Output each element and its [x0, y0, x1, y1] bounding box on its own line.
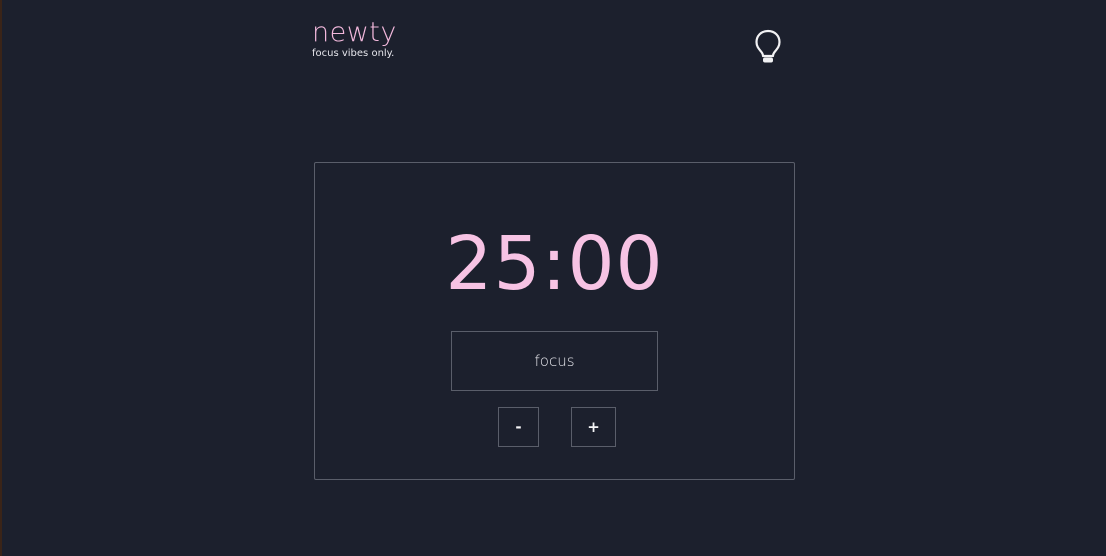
decrement-button[interactable]: - [498, 407, 539, 447]
mode-toggle-button[interactable]: focus [451, 331, 658, 391]
lightbulb-icon [755, 29, 781, 63]
mode-label: focus [534, 352, 575, 370]
app-page: newty focus vibes only. 25:00 focus - + [0, 0, 1106, 556]
timer-display: 25:00 [445, 221, 664, 307]
window-edge [0, 0, 2, 556]
app-tagline: focus vibes only. [312, 48, 395, 59]
brand-header: newty focus vibes only. [312, 16, 397, 59]
decrement-label: - [515, 418, 522, 436]
increment-button[interactable]: + [571, 407, 616, 447]
theme-toggle-button[interactable] [752, 28, 784, 66]
timer-card: 25:00 focus - + [314, 162, 795, 480]
increment-label: + [587, 418, 600, 436]
app-title: newty [312, 17, 397, 48]
